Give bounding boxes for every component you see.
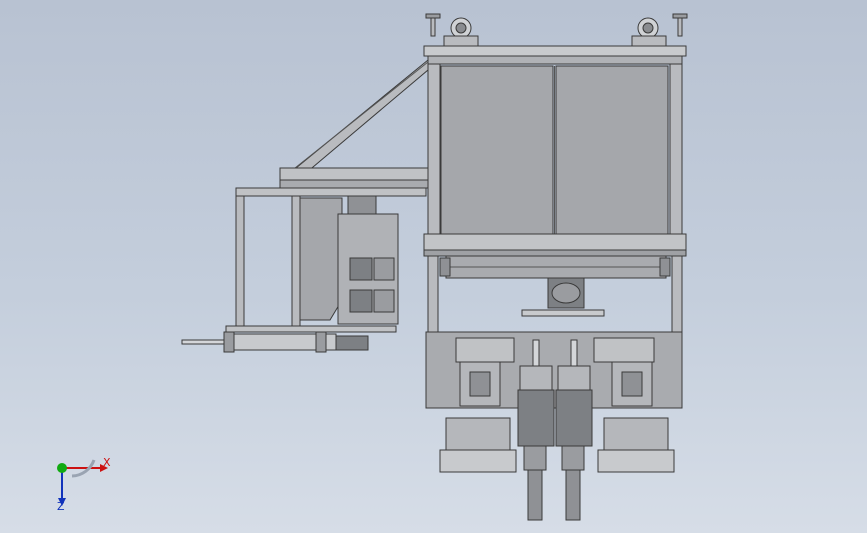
top-plate xyxy=(423,45,687,57)
center-drive xyxy=(521,277,605,317)
assembly-model[interactable] xyxy=(0,0,867,533)
y-axis-dot xyxy=(57,463,67,473)
mid-beam xyxy=(423,233,687,251)
triad-z-label: Z xyxy=(57,500,65,513)
spindle-right xyxy=(555,339,593,521)
triad-x-label: X xyxy=(103,456,111,469)
brace-arm xyxy=(279,58,429,189)
horizontal-cylinder xyxy=(181,325,397,353)
spindle-left xyxy=(517,339,555,521)
cabinet-panel-left xyxy=(440,65,554,235)
caster-left xyxy=(425,13,479,47)
frame-post-left xyxy=(427,63,441,255)
caster-right xyxy=(631,13,688,47)
cabinet-panel-right xyxy=(555,65,669,235)
side-actuator xyxy=(337,195,399,325)
cad-viewport[interactable]: X Z xyxy=(0,0,867,533)
frame-post-right xyxy=(669,63,683,255)
